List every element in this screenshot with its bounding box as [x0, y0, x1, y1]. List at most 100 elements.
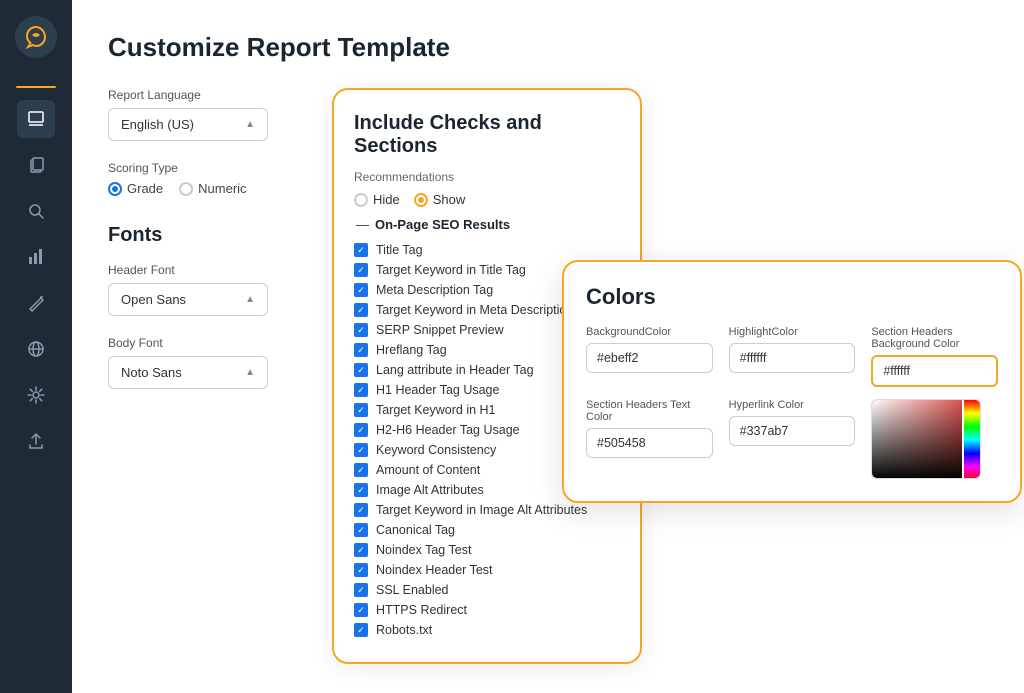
- checkbox-icon[interactable]: ✓: [354, 483, 368, 497]
- language-select[interactable]: English (US) ▲: [108, 108, 268, 141]
- checkbox-icon[interactable]: ✓: [354, 403, 368, 417]
- highlight-color-label: HighlightColor: [729, 326, 856, 338]
- sidebar-item-copy[interactable]: [17, 146, 55, 184]
- color-spectrum[interactable]: [964, 400, 980, 479]
- sidebar-item-globe[interactable]: [17, 330, 55, 368]
- scoring-radio-group: Grade Numeric: [108, 181, 308, 196]
- header-font-section: Header Font Open Sans ▲: [108, 263, 308, 316]
- checkbox-icon[interactable]: ✓: [354, 563, 368, 577]
- section-headers-text-input[interactable]: [586, 428, 713, 458]
- report-language-label: Report Language: [108, 88, 308, 102]
- header-font-arrow-icon: ▲: [245, 294, 255, 305]
- checkbox-icon[interactable]: ✓: [354, 503, 368, 517]
- scoring-grade-option[interactable]: Grade: [108, 181, 163, 196]
- section-headers-bg-color-field: Section Headers Background Color: [871, 326, 998, 387]
- scoring-numeric-radio[interactable]: [179, 182, 193, 196]
- colors-title: Colors: [586, 284, 998, 310]
- show-label: Show: [433, 192, 466, 207]
- hide-option[interactable]: Hide: [354, 192, 400, 207]
- sidebar-item-edit[interactable]: [17, 100, 55, 138]
- sidebar: [0, 0, 72, 693]
- scoring-grade-label: Grade: [127, 181, 163, 196]
- sidebar-item-tool[interactable]: [17, 284, 55, 322]
- checkbox-icon[interactable]: ✓: [354, 523, 368, 537]
- sidebar-item-chart[interactable]: [17, 238, 55, 276]
- show-radio[interactable]: [414, 193, 428, 207]
- scoring-numeric-label: Numeric: [198, 181, 246, 196]
- checkbox-icon[interactable]: ✓: [354, 343, 368, 357]
- list-item: ✓Target Keyword in Image Alt Attributes: [354, 500, 620, 520]
- hyperlink-color-label: Hyperlink Color: [729, 399, 856, 411]
- highlight-color-field: HighlightColor: [729, 326, 856, 387]
- checkbox-icon[interactable]: ✓: [354, 383, 368, 397]
- scoring-grade-radio[interactable]: [108, 182, 122, 196]
- checkbox-icon[interactable]: ✓: [354, 243, 368, 257]
- page-title: Customize Report Template: [108, 32, 988, 63]
- checkbox-icon[interactable]: ✓: [354, 423, 368, 437]
- checkbox-icon[interactable]: ✓: [354, 303, 368, 317]
- chevron-down-icon: ▲: [245, 119, 255, 130]
- show-option[interactable]: Show: [414, 192, 466, 207]
- scoring-type-section: Scoring Type Grade Numeric: [108, 161, 308, 196]
- checkbox-icon[interactable]: ✓: [354, 283, 368, 297]
- body-font-value: Noto Sans: [121, 365, 182, 380]
- checkbox-icon[interactable]: ✓: [354, 443, 368, 457]
- app-logo[interactable]: [15, 16, 57, 58]
- report-language-section: Report Language English (US) ▲: [108, 88, 308, 141]
- color-picker-field: [871, 399, 998, 479]
- checkbox-icon[interactable]: ✓: [354, 263, 368, 277]
- color-picker[interactable]: [871, 399, 981, 479]
- checkbox-icon[interactable]: ✓: [354, 463, 368, 477]
- list-item: ✓HTTPS Redirect: [354, 600, 620, 620]
- checkbox-icon[interactable]: ✓: [354, 323, 368, 337]
- list-item: ✓Canonical Tag: [354, 520, 620, 540]
- hide-radio[interactable]: [354, 193, 368, 207]
- sidebar-divider: [16, 86, 56, 88]
- scoring-type-label: Scoring Type: [108, 161, 308, 175]
- checkbox-icon[interactable]: ✓: [354, 603, 368, 617]
- left-panel: Report Language English (US) ▲ Scoring T…: [108, 88, 308, 409]
- hide-show-radio-group: Hide Show: [354, 192, 620, 207]
- on-page-seo-section-header: On-Page SEO Results: [354, 217, 620, 232]
- section-headers-text-color-field: Section Headers Text Color: [586, 399, 713, 479]
- body-font-arrow-icon: ▲: [245, 367, 255, 378]
- background-color-input[interactable]: [586, 343, 713, 373]
- colors-grid: BackgroundColor HighlightColor Section H…: [586, 326, 998, 479]
- recommendations-label: Recommendations: [354, 170, 620, 184]
- header-font-value: Open Sans: [121, 292, 186, 307]
- language-value: English (US): [121, 117, 194, 132]
- section-headers-bg-label: Section Headers Background Color: [871, 326, 998, 350]
- checkbox-icon[interactable]: ✓: [354, 583, 368, 597]
- hyperlink-color-input[interactable]: [729, 416, 856, 446]
- scoring-numeric-option[interactable]: Numeric: [179, 181, 246, 196]
- checkbox-icon[interactable]: ✓: [354, 623, 368, 637]
- fonts-section: Fonts Header Font Open Sans ▲ Body Font …: [108, 224, 308, 389]
- checkbox-icon[interactable]: ✓: [354, 363, 368, 377]
- body-font-section: Body Font Noto Sans ▲: [108, 336, 308, 389]
- checkbox-icon[interactable]: ✓: [354, 543, 368, 557]
- sidebar-item-search[interactable]: [17, 192, 55, 230]
- list-item: ✓Noindex Header Test: [354, 560, 620, 580]
- background-color-field: BackgroundColor: [586, 326, 713, 387]
- include-checks-title: Include Checks and Sections: [354, 112, 620, 158]
- section-headers-bg-input[interactable]: [871, 355, 998, 387]
- list-item: ✓Title Tag: [354, 240, 620, 260]
- section-headers-text-label: Section Headers Text Color: [586, 399, 713, 423]
- hyperlink-color-field: Hyperlink Color: [729, 399, 856, 479]
- body-font-select[interactable]: Noto Sans ▲: [108, 356, 268, 389]
- sidebar-item-upload[interactable]: [17, 422, 55, 460]
- list-item: ✓Robots.txt: [354, 620, 620, 640]
- highlight-color-input[interactable]: [729, 343, 856, 373]
- colors-card: Colors BackgroundColor HighlightColor Se…: [562, 260, 1022, 503]
- sidebar-item-settings[interactable]: [17, 376, 55, 414]
- header-font-select[interactable]: Open Sans ▲: [108, 283, 268, 316]
- background-color-label: BackgroundColor: [586, 326, 713, 338]
- list-item: ✓SSL Enabled: [354, 580, 620, 600]
- main-content: Customize Report Template Report Languag…: [72, 0, 1024, 693]
- header-font-label: Header Font: [108, 263, 308, 277]
- fonts-title: Fonts: [108, 224, 308, 247]
- hide-label: Hide: [373, 192, 400, 207]
- list-item: ✓Noindex Tag Test: [354, 540, 620, 560]
- body-font-label: Body Font: [108, 336, 308, 350]
- color-gradient-darkness: [872, 400, 962, 479]
